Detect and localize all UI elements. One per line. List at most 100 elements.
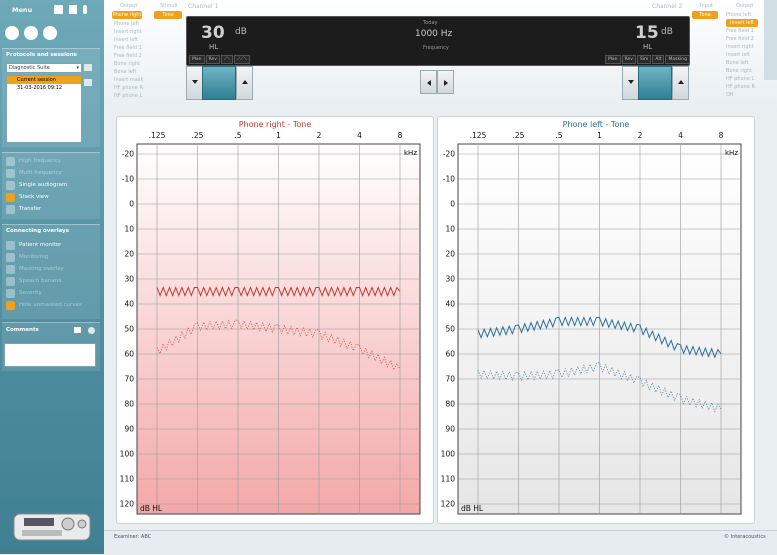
- channel2-label: Channel 2: [652, 3, 682, 11]
- db-tick-label: 40: [445, 300, 455, 309]
- overlay-severity[interactable]: Severity: [2, 287, 100, 299]
- selected-output-button[interactable]: Insert left: [726, 19, 758, 27]
- channel2-down-button[interactable]: [622, 66, 639, 100]
- channel2-level-bar: [638, 66, 672, 100]
- protocol-settings-icon[interactable]: [84, 64, 92, 71]
- output-option[interactable]: Free field 1: [114, 44, 143, 52]
- save-icon[interactable]: [54, 5, 63, 14]
- freq-tick-label: 1: [276, 131, 281, 140]
- view-transfer[interactable]: Transfer: [2, 203, 100, 215]
- output-option[interactable]: HF phone R: [114, 84, 143, 92]
- channel2-up-button[interactable]: [672, 66, 689, 100]
- output-option[interactable]: HF phone L: [726, 75, 758, 83]
- db-tick-label: 120: [441, 500, 456, 509]
- output-option[interactable]: Free field 2: [114, 52, 143, 60]
- channel1-mode-buttons: Man Rev ⟋⟍ ⟋⟋⟍: [189, 55, 250, 64]
- manual-button[interactable]: Man: [189, 55, 205, 64]
- overlay-speech-banana[interactable]: Speech banana: [2, 275, 100, 287]
- qs-test-icon[interactable]: [43, 26, 57, 40]
- view-stack-view[interactable]: Stack view: [2, 191, 100, 203]
- output-option[interactable]: Insert right: [114, 28, 143, 36]
- freq-tick-label: 8: [398, 131, 403, 140]
- overlay-monitoring[interactable]: Monitoring: [2, 251, 100, 263]
- tone-test-icon[interactable]: [5, 26, 19, 40]
- output-option[interactable]: Phone left: [726, 11, 758, 19]
- db-tick-label: 100: [441, 450, 456, 459]
- output-option[interactable]: Insert left: [114, 36, 143, 44]
- comments-textarea[interactable]: [4, 343, 96, 367]
- output-option[interactable]: Bone left: [726, 59, 758, 67]
- output-option[interactable]: Off: [726, 91, 758, 99]
- view-high-frequency[interactable]: High frequency: [2, 155, 100, 167]
- freq-tick-label: .25: [192, 131, 204, 140]
- db-tick-label: 50: [445, 325, 455, 334]
- warble-button[interactable]: ⟋⟋⟍: [234, 55, 249, 64]
- db-tick-label: 110: [441, 475, 456, 484]
- overlay-hide-unmasked[interactable]: Hide unmasked curves: [2, 299, 100, 311]
- channel1-up-button[interactable]: [236, 66, 253, 100]
- protocol-select[interactable]: Diagnostic Suite ▾: [6, 63, 82, 73]
- session-item[interactable]: 31-03-2016 09:12: [7, 84, 81, 92]
- frequency-down-button[interactable]: [420, 70, 437, 94]
- arrow-down-icon: [628, 80, 634, 84]
- left-sidebar: Menu Protocols and sessions Diagnostic S…: [0, 0, 104, 554]
- output-option[interactable]: Bone right: [726, 67, 758, 75]
- input-label: Input: [700, 2, 713, 10]
- channel2-scale: HL: [643, 43, 652, 51]
- frequency-up-button[interactable]: [437, 70, 454, 94]
- comments-title: Comments: [6, 327, 39, 333]
- output-option[interactable]: HF phone R: [726, 83, 758, 91]
- channel2-output-label: Output: [736, 2, 753, 10]
- output-list: Phone left Insert right Insert left Free…: [114, 20, 143, 100]
- sim-button[interactable]: Sim: [637, 55, 652, 64]
- stimuli-button[interactable]: Tone: [154, 11, 182, 19]
- print-icon[interactable]: [69, 5, 77, 14]
- output-option[interactable]: Insert left: [726, 51, 758, 59]
- freq-tick-label: 4: [357, 131, 362, 140]
- center-top-label: Today: [423, 20, 437, 26]
- pulse-button[interactable]: ⟋⟍: [221, 55, 233, 64]
- output-option[interactable]: Insert right: [726, 43, 758, 51]
- arrow-down-icon: [192, 80, 198, 84]
- db-tick-label: 0: [450, 200, 455, 209]
- masking-button[interactable]: Masking: [665, 55, 690, 64]
- output-option[interactable]: Free field 1: [726, 27, 758, 35]
- channel1-unit: dB: [235, 27, 247, 37]
- manual-button[interactable]: Man: [605, 55, 621, 64]
- pin-icon[interactable]: [83, 5, 87, 14]
- menu-title[interactable]: Menu: [12, 6, 32, 14]
- channel1-label: Channel 1: [188, 3, 218, 11]
- protocol-select-value: Diagnostic Suite: [9, 65, 50, 71]
- alt-button[interactable]: Alt: [652, 55, 664, 64]
- side-tabs-strip[interactable]: [764, 0, 777, 80]
- output-option[interactable]: Bone right: [114, 60, 143, 68]
- right-audiogram-chart[interactable]: .125.25.51248-20-10010203040506070809010…: [117, 117, 433, 523]
- session-add-icon[interactable]: [84, 79, 92, 86]
- session-item[interactable]: Current session: [7, 76, 81, 84]
- db-tick-label: -20: [443, 150, 455, 159]
- db-tick-label: 10: [124, 225, 134, 234]
- output-option[interactable]: HF phone L: [114, 92, 143, 100]
- channel1-down-button[interactable]: [186, 66, 203, 100]
- collapse-icon[interactable]: [88, 327, 95, 334]
- db-tick-label: 30: [445, 275, 455, 284]
- speech-test-icon[interactable]: [24, 26, 38, 40]
- output-option[interactable]: Phone left: [114, 20, 143, 28]
- output-option[interactable]: Free field 2: [726, 35, 758, 43]
- overlay-patient-monitor[interactable]: Patient monitor: [2, 239, 100, 251]
- view-multi-frequency[interactable]: Multi frequency: [2, 167, 100, 179]
- reverse-button[interactable]: Rev: [206, 55, 220, 64]
- view-single-audiogram[interactable]: Single audiogram: [2, 179, 100, 191]
- overlays-title: Connecting overlays: [6, 228, 69, 234]
- comment-edit-icon[interactable]: [74, 327, 81, 333]
- selected-output-button[interactable]: Phone right: [112, 11, 142, 19]
- protocols-panel: Protocols and sessions Diagnostic Suite …: [2, 48, 100, 147]
- overlay-masking[interactable]: Masking overlay: [2, 263, 100, 275]
- left-audiogram-chart[interactable]: .125.25.51248-20-10010203040506070809010…: [438, 117, 754, 523]
- output-option[interactable]: Bone left: [114, 68, 143, 76]
- input-button[interactable]: Tone: [692, 11, 718, 19]
- output-option[interactable]: Insert mask: [114, 76, 143, 84]
- freq-tick-label: .25: [513, 131, 525, 140]
- khz-label: kHz: [404, 149, 417, 157]
- reverse-button[interactable]: Rev: [622, 55, 636, 64]
